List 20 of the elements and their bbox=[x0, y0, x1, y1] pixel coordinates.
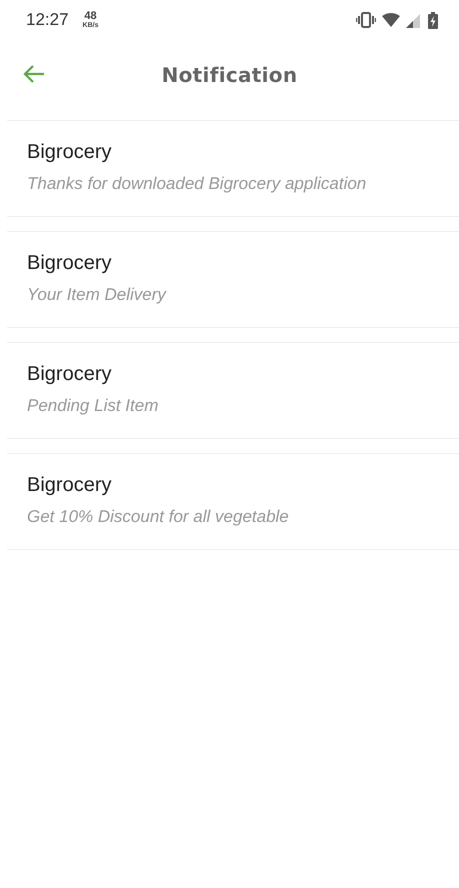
notification-title: Bigrocery bbox=[27, 252, 112, 275]
network-speed-value: 48 bbox=[84, 11, 97, 22]
notification-card[interactable]: Bigrocery Thanks for downloaded Bigrocery application bbox=[7, 120, 459, 217]
vibrate-icon bbox=[356, 12, 376, 28]
wifi-icon bbox=[382, 13, 400, 27]
notification-message: Thanks for downloaded Bigrocery application bbox=[27, 174, 368, 194]
notification-card[interactable]: Bigrocery Get 10% Discount for all vegetable bbox=[7, 453, 459, 550]
notification-card[interactable]: Bigrocery Pending List Item bbox=[7, 342, 459, 439]
notification-title: Bigrocery bbox=[27, 363, 112, 386]
notification-card[interactable]: Bigrocery Your Item Delivery bbox=[7, 231, 459, 328]
signal-icon bbox=[406, 12, 422, 28]
notification-message: Pending List Item bbox=[27, 396, 160, 416]
status-time: 12:27 bbox=[26, 10, 69, 30]
battery-charging-icon bbox=[428, 12, 438, 28]
notification-title: Bigrocery bbox=[27, 141, 112, 164]
notification-title: Bigrocery bbox=[27, 474, 112, 497]
page-title: Notification bbox=[162, 63, 298, 87]
back-arrow-icon bbox=[22, 64, 46, 84]
notification-message: Your Item Delivery bbox=[27, 285, 168, 305]
notification-message: Get 10% Discount for all vegetable bbox=[27, 507, 290, 527]
